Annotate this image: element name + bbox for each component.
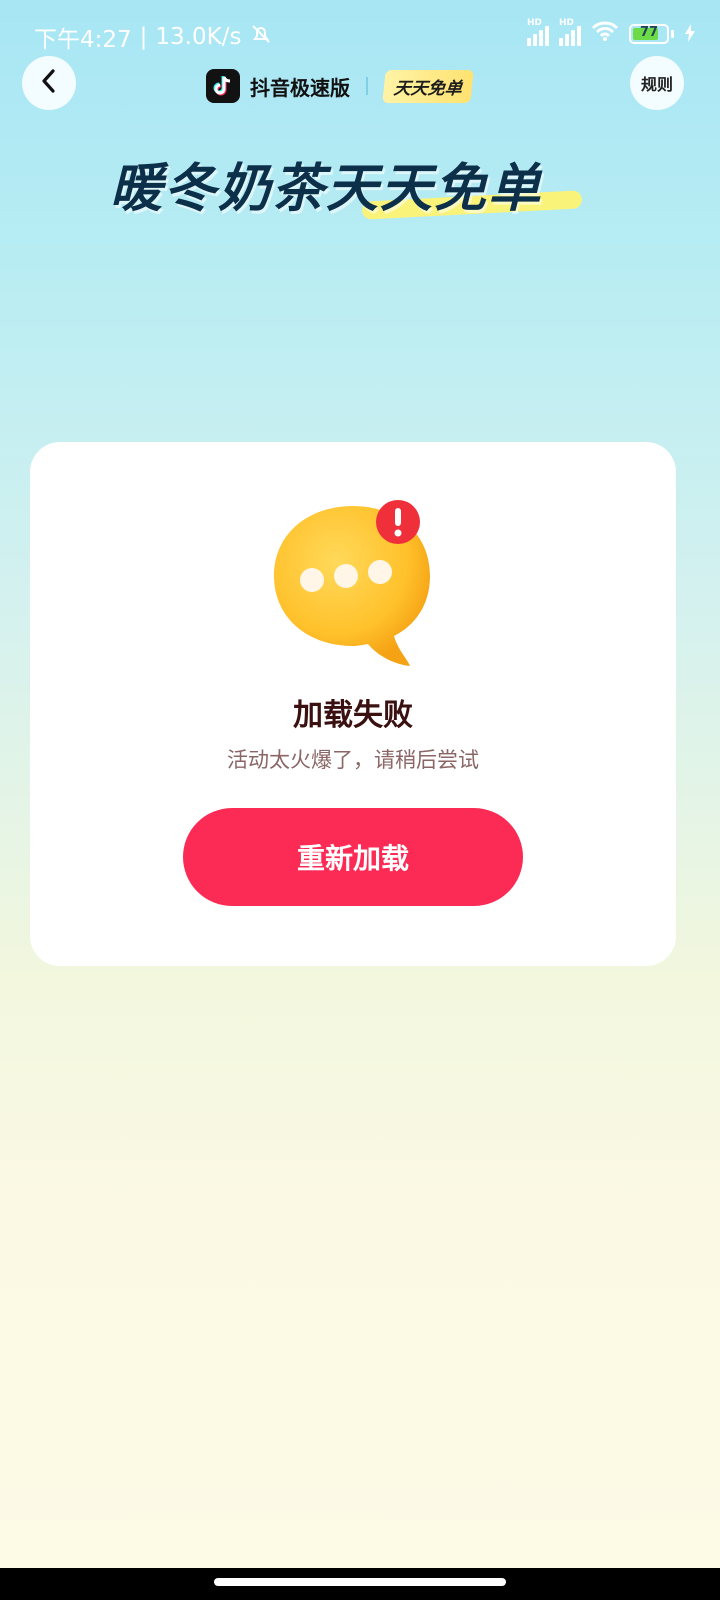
status-net-speed: 13.0K/s <box>155 24 242 50</box>
signal-icon: HD <box>527 18 549 46</box>
chevron-left-icon <box>38 68 60 98</box>
system-nav-bar <box>0 1568 720 1600</box>
hero-title: 暖冬奶茶天天免单 <box>110 159 543 219</box>
status-left: 下午4:27 | 13.0K/s <box>34 20 273 54</box>
signal-icon: HD <box>559 18 581 46</box>
rules-button[interactable]: 规则 <box>630 56 684 110</box>
brand-header: 抖音极速版 天天免单 <box>206 66 474 106</box>
lightning-icon <box>684 20 696 48</box>
battery-icon: 77 <box>629 24 669 44</box>
brand-badge: 天天免单 <box>382 69 474 103</box>
brand-divider <box>366 77 368 95</box>
douyin-logo-icon <box>206 69 240 103</box>
brand-name: 抖音极速版 <box>250 75 350 100</box>
error-subtitle: 活动太火爆了，请稍后尝试 <box>227 748 479 772</box>
battery-level: 77 <box>639 25 659 40</box>
battery-cap <box>671 30 674 38</box>
error-card: 加载失败 活动太火爆了，请稍后尝试 重新加载 <box>30 442 676 966</box>
error-title: 加载失败 <box>293 698 413 733</box>
status-separator: | <box>139 24 148 50</box>
status-right: HD HD 77 <box>527 18 696 48</box>
wifi-icon <box>591 20 619 48</box>
reload-button[interactable]: 重新加载 <box>183 808 523 906</box>
status-time: 下午4:27 <box>34 27 132 53</box>
status-bar: 下午4:27 | 13.0K/s HD HD 77 <box>0 0 720 70</box>
chat-bubble-error-icon <box>268 494 438 674</box>
back-button[interactable] <box>22 56 76 110</box>
bell-off-icon <box>249 22 273 52</box>
home-indicator[interactable] <box>214 1578 506 1586</box>
